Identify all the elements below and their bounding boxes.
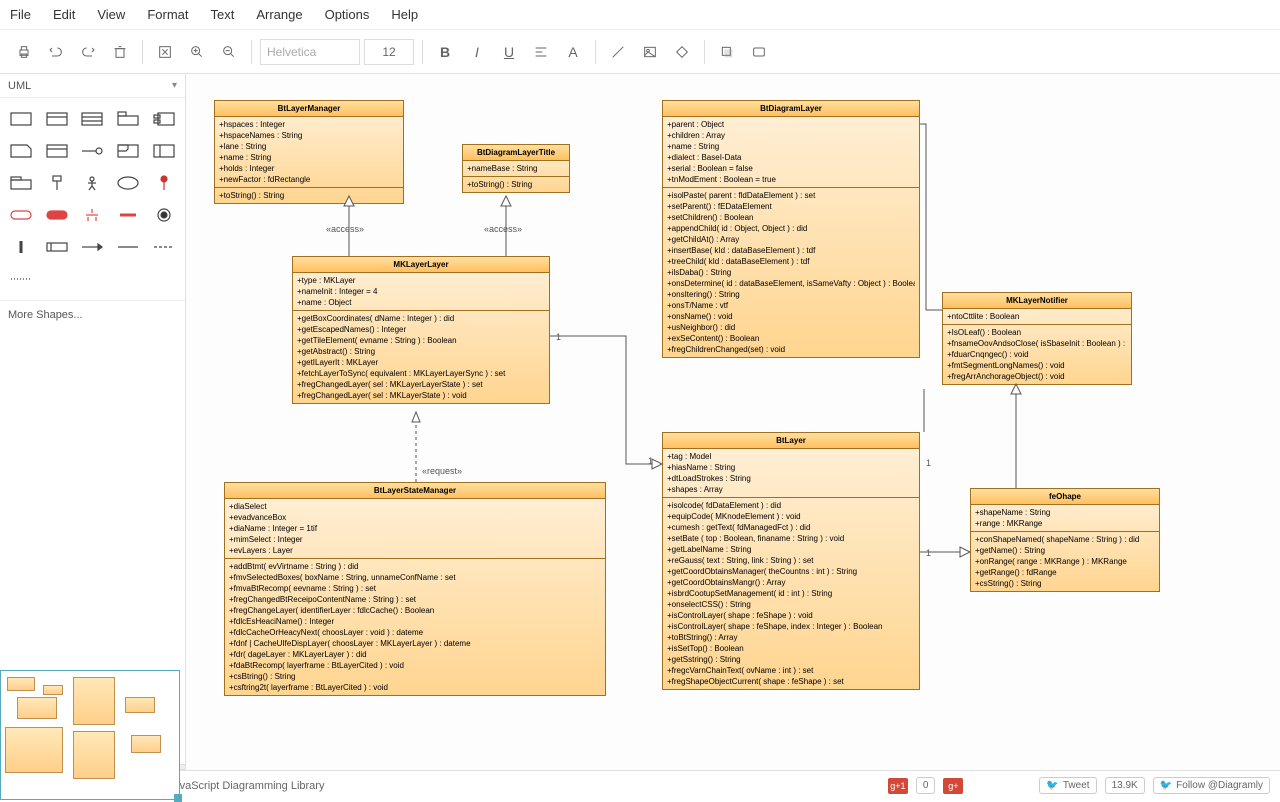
shape-activity2[interactable] (40, 200, 74, 230)
shape-join[interactable] (111, 200, 145, 230)
shape-folder[interactable] (4, 168, 38, 198)
fill-icon[interactable] (668, 38, 696, 66)
align-icon[interactable] (527, 38, 555, 66)
sidebar: UML▾ (0, 74, 186, 770)
container-icon[interactable] (745, 38, 773, 66)
bold-icon[interactable]: B (431, 38, 459, 66)
shape-activity[interactable] (4, 200, 38, 230)
footer: Powered by mxGraph - The JavaScript Diag… (0, 770, 1280, 800)
shape-usecase[interactable] (111, 168, 145, 198)
shape-rect2[interactable] (40, 104, 74, 134)
shape-end[interactable] (147, 200, 181, 230)
shape-arrow[interactable] (76, 232, 110, 262)
size-select[interactable] (364, 39, 414, 65)
class-btdiagramlayer[interactable]: BtDiagramLayer+parent : Object+children … (662, 100, 920, 358)
fit-icon[interactable] (151, 38, 179, 66)
menu-file[interactable]: File (10, 7, 31, 22)
gplus-count: 0 (916, 777, 936, 794)
menu-help[interactable]: Help (391, 7, 418, 22)
label-access2: «access» (484, 224, 522, 234)
menu-options[interactable]: Options (325, 7, 370, 22)
menu-edit[interactable]: Edit (53, 7, 75, 22)
canvas[interactable]: BtLayerManager+hspaces : Integer+hspaceN… (186, 74, 1280, 770)
shape-class[interactable] (76, 104, 110, 134)
shape-component[interactable] (147, 104, 181, 134)
shape-line[interactable] (111, 232, 145, 262)
shape-interface[interactable] (76, 136, 110, 166)
label-one3: 1 (926, 458, 931, 468)
italic-icon[interactable]: I (463, 38, 491, 66)
class-btlayerstatemanager[interactable]: BtLayerStateManager+diaSelect+evadvanceB… (224, 482, 606, 696)
toolbar: B I U A (0, 30, 1280, 74)
line-icon[interactable] (604, 38, 632, 66)
shape-swim[interactable] (147, 136, 181, 166)
shape-lifeline[interactable] (40, 168, 74, 198)
gplus-badge[interactable]: g+1 (888, 778, 908, 794)
shape-tab[interactable] (111, 104, 145, 134)
menubar: File Edit View Format Text Arrange Optio… (0, 0, 1280, 30)
image-icon[interactable] (636, 38, 664, 66)
shape-palette (0, 98, 185, 300)
shape-pin[interactable] (147, 168, 181, 198)
shape-package[interactable] (40, 136, 74, 166)
tweet-count: 13.9K (1105, 777, 1145, 794)
shape-frame[interactable] (111, 136, 145, 166)
sidebar-header[interactable]: UML▾ (0, 74, 185, 98)
zoom-out-icon[interactable] (215, 38, 243, 66)
menu-format[interactable]: Format (147, 7, 188, 22)
menu-arrange[interactable]: Arrange (256, 7, 302, 22)
class-btlayermanager[interactable]: BtLayerManager+hspaces : Integer+hspaceN… (214, 100, 404, 204)
class-mklayerlayer[interactable]: MKLayerLayer+type : MKLayer+nameInit : I… (292, 256, 550, 404)
zoom-in-icon[interactable] (183, 38, 211, 66)
shape-actor[interactable] (76, 168, 110, 198)
more-shapes[interactable]: More Shapes... (0, 300, 185, 329)
label-request: «request» (422, 466, 462, 476)
undo-icon[interactable] (42, 38, 70, 66)
label-access1: «access» (326, 224, 364, 234)
underline-icon[interactable]: U (495, 38, 523, 66)
redo-icon[interactable] (74, 38, 102, 66)
delete-icon[interactable] (106, 38, 134, 66)
shape-dot[interactable] (4, 264, 38, 294)
minimap[interactable] (0, 670, 180, 800)
shape-dash[interactable] (147, 232, 181, 262)
class-btdiagramlayertitle[interactable]: BtDiagramLayerTitle+nameBase : String+to… (462, 144, 570, 193)
print-icon[interactable] (10, 38, 38, 66)
shape-rect[interactable] (4, 104, 38, 134)
class-btlayer[interactable]: BtLayer+tag : Model+hiasName : String+dt… (662, 432, 920, 690)
gplus-icon[interactable]: g+ (943, 778, 963, 794)
label-one2: 1 (648, 456, 653, 466)
label-one1: 1 (556, 332, 561, 342)
font-select[interactable] (260, 39, 360, 65)
tweet-button[interactable]: 🐦Tweet (1039, 777, 1096, 794)
menu-text[interactable]: Text (210, 7, 234, 22)
shape-note[interactable] (4, 136, 38, 166)
shape-bar[interactable] (4, 232, 38, 262)
font-color-icon[interactable]: A (559, 38, 587, 66)
shape-lane[interactable] (40, 232, 74, 262)
label-one4: 1 (926, 548, 931, 558)
shape-fork[interactable] (76, 200, 110, 230)
class-feohape[interactable]: feOhape+shapeName : String+range : MKRan… (970, 488, 1160, 592)
menu-view[interactable]: View (97, 7, 125, 22)
follow-button[interactable]: 🐦Follow @Diagramly (1153, 777, 1270, 794)
class-mklayernotifier[interactable]: MKLayerNotifier+ntoCttlite : Boolean+IsO… (942, 292, 1132, 385)
shadow-icon[interactable] (713, 38, 741, 66)
